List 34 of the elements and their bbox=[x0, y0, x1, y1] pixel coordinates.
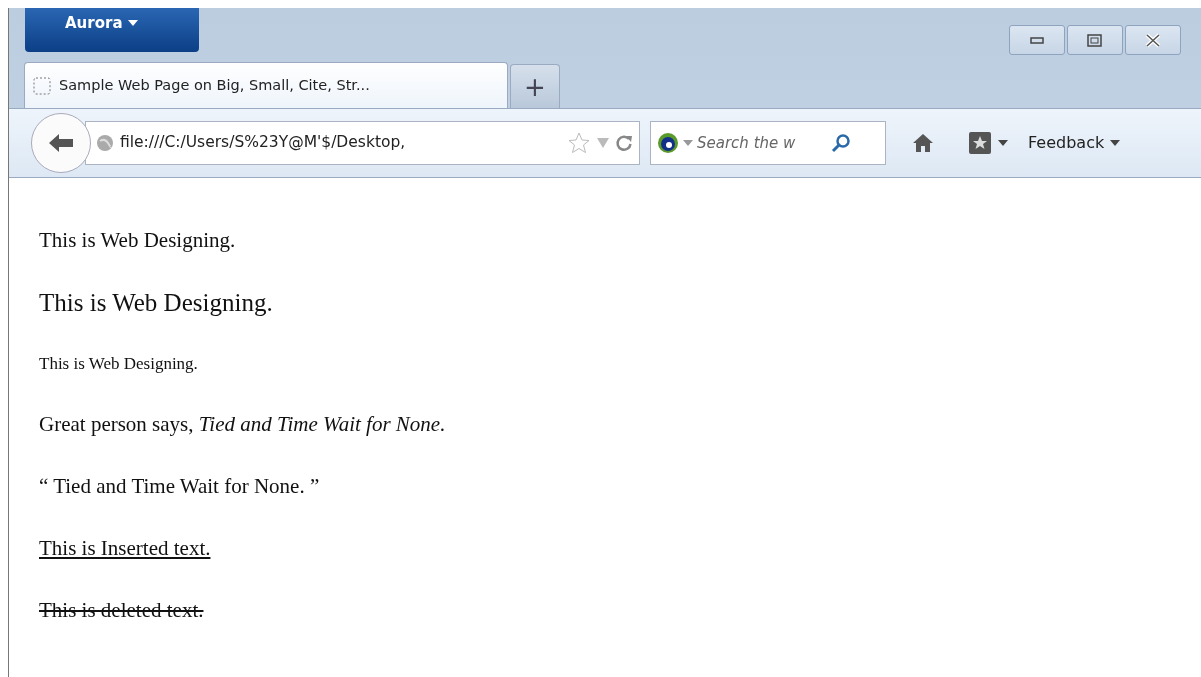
dropdown-icon bbox=[597, 138, 609, 148]
close-button[interactable] bbox=[1125, 25, 1181, 55]
maximize-button[interactable] bbox=[1067, 25, 1123, 55]
paragraph: This is Web Designing. bbox=[39, 227, 237, 254]
paragraph: This is Web Designing. bbox=[39, 353, 199, 375]
inserted-text: This is Inserted text. bbox=[39, 535, 212, 562]
dropdown-icon bbox=[683, 140, 693, 146]
close-icon bbox=[1143, 31, 1163, 49]
back-arrow-icon bbox=[48, 132, 74, 154]
search-icon bbox=[831, 133, 851, 153]
feedback-button[interactable]: Feedback bbox=[1026, 129, 1123, 157]
paragraph: “ Tied and Time Wait for None. ” bbox=[39, 473, 321, 500]
tab-title: Sample Web Page on Big, Small, Cite, Str... bbox=[59, 75, 370, 95]
deleted-text: This is deleted text. bbox=[39, 597, 205, 624]
caret-icon bbox=[127, 20, 138, 27]
url-text: file:///C:/Users/S%23Y@M'$/Desktop, bbox=[120, 132, 407, 154]
home-icon bbox=[912, 133, 934, 153]
caret-icon bbox=[1110, 140, 1121, 146]
bookmarks-button[interactable] bbox=[966, 129, 1010, 157]
paragraph: This is Web Designing. bbox=[39, 288, 274, 318]
address-bar[interactable]: file:///C:/Users/S%23Y@M'$/Desktop, bbox=[85, 121, 640, 165]
globe-icon bbox=[96, 134, 114, 152]
maximize-icon bbox=[1085, 31, 1105, 49]
search-box[interactable]: Search the w bbox=[650, 121, 886, 165]
new-tab-button[interactable]: + bbox=[510, 64, 560, 108]
app-menu-button[interactable]: Aurora bbox=[25, 8, 199, 52]
minimize-button[interactable] bbox=[1009, 25, 1065, 55]
paragraph: Great person says, Tied and Time Wait for None. bbox=[39, 411, 447, 438]
search-engine-icon bbox=[657, 132, 679, 154]
page-icon bbox=[33, 76, 51, 95]
star-icon bbox=[567, 131, 591, 155]
browser-tab[interactable]: Sample Web Page on Big, Small, Cite, Str... bbox=[24, 62, 508, 108]
caret-icon bbox=[998, 140, 1008, 146]
reload-icon bbox=[615, 134, 633, 152]
